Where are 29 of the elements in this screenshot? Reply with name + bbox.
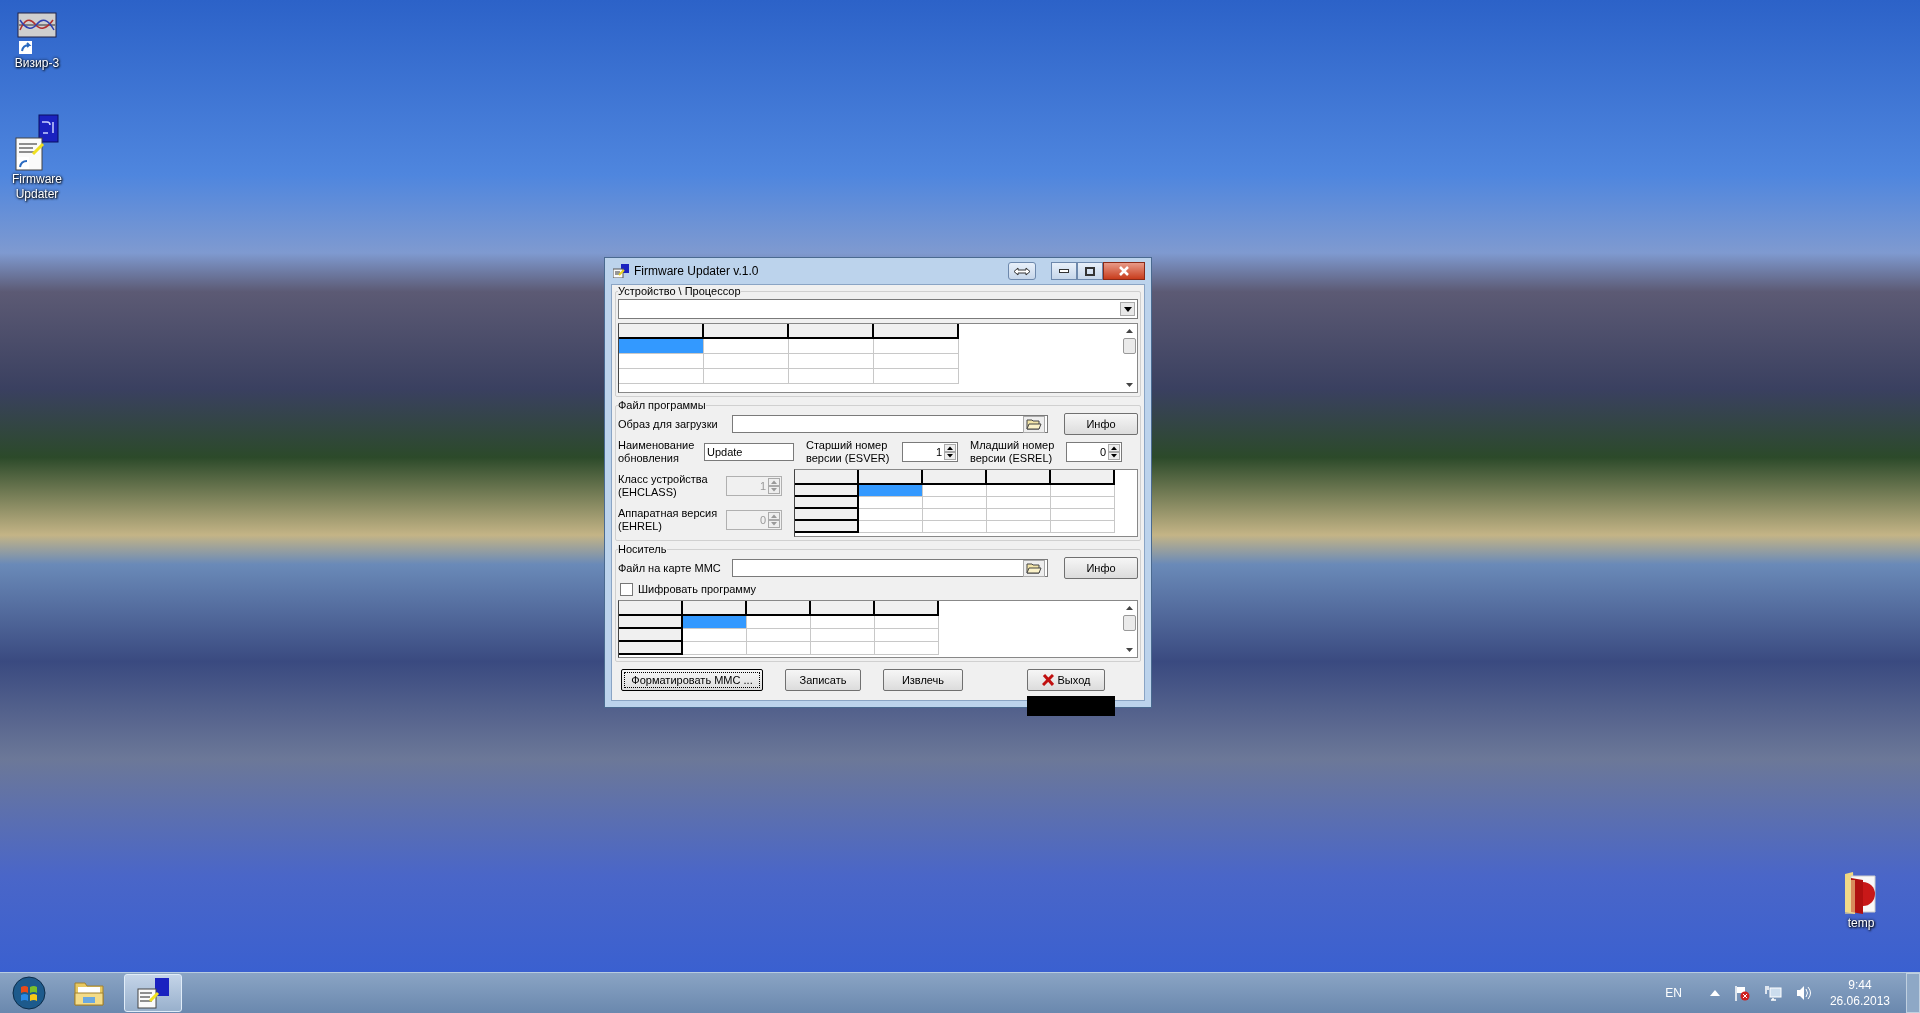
field-label: Младший номер версии (ESREL) (970, 439, 1056, 465)
extract-button[interactable]: Извлечь (883, 669, 963, 691)
info-button[interactable]: Инфо (1064, 413, 1138, 435)
field-label: Старший номер версии (ESVER) (806, 439, 891, 465)
update-name-field[interactable]: Update (704, 443, 794, 461)
field-label: Наименование обновления (618, 439, 696, 465)
spin-field[interactable]: 0 (1066, 442, 1122, 462)
desktop-shortcut[interactable]: temp (1824, 870, 1898, 931)
desktop-shortcut[interactable]: Firmware Updater (0, 114, 74, 202)
field-label: Образ для загрузки (618, 417, 719, 431)
field-label: Класс устройства (EHCLASS) (618, 473, 709, 499)
field-label: Файл на карте MMC (618, 561, 722, 575)
window-title: Firmware Updater v.1.0 (634, 264, 759, 278)
shortcut-label: Визир-3 (13, 56, 61, 71)
desktop-shortcut[interactable]: Визир-3 (0, 12, 74, 71)
shortcut-label: Firmware Updater (11, 172, 63, 202)
shortcut-label: temp (1846, 916, 1876, 931)
checkbox-label: Шифровать программу (638, 583, 757, 596)
clock-time: 9:44 (1848, 977, 1872, 993)
write-button[interactable]: Записать (785, 669, 861, 691)
exit-button[interactable]: Выход (1027, 669, 1105, 691)
info-button[interactable]: Инфо (1064, 557, 1138, 579)
spin-field[interactable]: 1 (902, 442, 958, 462)
group-title: Носитель (618, 543, 667, 555)
format-button[interactable]: Форматировать MMC ... (621, 669, 763, 691)
group-title: Файл программы (618, 399, 706, 411)
clock-date: 26.06.2013 (1829, 993, 1890, 1009)
group-title: Устройство \ Процессор (618, 285, 741, 297)
field-label: Аппаратная версия (EHREL) (618, 507, 719, 533)
